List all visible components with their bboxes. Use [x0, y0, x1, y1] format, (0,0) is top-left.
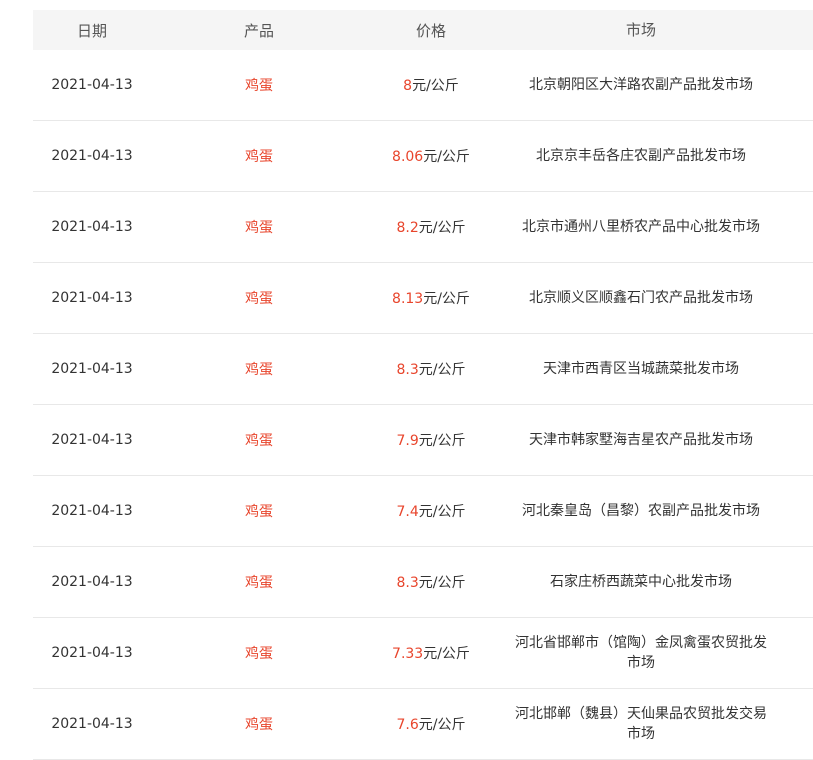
price-unit: 元/公斤	[418, 220, 466, 236]
row-price: 8.13元/公斤	[367, 288, 495, 308]
row-price: 7.33元/公斤	[367, 643, 495, 663]
row-price: 8.2元/公斤	[367, 217, 495, 237]
header-date[interactable]: 日期	[33, 20, 151, 41]
price-value: 7.4	[396, 504, 419, 520]
row-market: 北京京丰岳各庄农副产品批发市场	[536, 148, 746, 164]
row-price: 8.3元/公斤	[367, 359, 495, 379]
row-date: 2021-04-13	[51, 432, 133, 448]
row-date: 2021-04-13	[51, 148, 133, 164]
table-row: 2021-04-13 鸡蛋 7.33元/公斤 河北省邯郸市（馆陶）金凤禽蛋农贸批…	[33, 618, 813, 689]
row-date: 2021-04-13	[51, 290, 133, 306]
price-value: 8.06	[392, 149, 424, 165]
table-header: 日期 产品 价格 市场	[33, 10, 813, 50]
table-row: 2021-04-13 鸡蛋 8.3元/公斤 石家庄桥西蔬菜中心批发市场	[33, 547, 813, 618]
row-date: 2021-04-13	[51, 645, 133, 661]
price-value: 8.3	[396, 362, 419, 378]
row-price: 8元/公斤	[367, 75, 495, 95]
price-value: 7.6	[396, 717, 419, 733]
price-unit: 元/公斤	[423, 149, 470, 165]
row-price: 7.6元/公斤	[367, 714, 495, 734]
row-date: 2021-04-13	[51, 503, 133, 519]
row-product-link[interactable]: 鸡蛋	[151, 501, 367, 521]
price-unit: 元/公斤	[418, 504, 466, 520]
row-product-link[interactable]: 鸡蛋	[151, 572, 367, 592]
price-value: 8.13	[392, 291, 424, 307]
price-unit: 元/公斤	[423, 646, 470, 662]
price-value: 8.3	[396, 575, 419, 591]
table-row: 2021-04-13 鸡蛋 8.3元/公斤 天津市西青区当城蔬菜批发市场	[33, 334, 813, 405]
row-price: 8.06元/公斤	[367, 146, 495, 166]
row-market: 天津市韩家墅海吉星农产品批发市场	[529, 432, 753, 448]
table-row: 2021-04-13 鸡蛋 7.6元/公斤 河北邯郸（魏县）天仙果品农贸批发交易…	[33, 689, 813, 760]
row-product-link[interactable]: 鸡蛋	[151, 146, 367, 166]
row-date: 2021-04-13	[51, 77, 133, 93]
row-product-link[interactable]: 鸡蛋	[151, 288, 367, 308]
header-price[interactable]: 价格	[367, 20, 495, 41]
row-product-link[interactable]: 鸡蛋	[151, 75, 367, 95]
row-product-link[interactable]: 鸡蛋	[151, 359, 367, 379]
row-product-link[interactable]: 鸡蛋	[151, 217, 367, 237]
price-unit: 元/公斤	[418, 575, 466, 591]
row-price: 7.4元/公斤	[367, 501, 495, 521]
price-table: 日期 产品 价格 市场 2021-04-13 鸡蛋 8元/公斤 北京朝阳区大洋路…	[33, 10, 813, 760]
row-market: 北京顺义区顺鑫石门农产品批发市场	[529, 290, 753, 306]
price-unit: 元/公斤	[418, 433, 466, 449]
row-market: 河北邯郸（魏县）天仙果品农贸批发交易市场	[515, 706, 767, 742]
price-value: 7.33	[392, 646, 424, 662]
table-row: 2021-04-13 鸡蛋 8.13元/公斤 北京顺义区顺鑫石门农产品批发市场	[33, 263, 813, 334]
row-date: 2021-04-13	[51, 574, 133, 590]
row-price: 7.9元/公斤	[367, 430, 495, 450]
row-market: 北京朝阳区大洋路农副产品批发市场	[529, 77, 753, 93]
table-row: 2021-04-13 鸡蛋 8.2元/公斤 北京市通州八里桥农产品中心批发市场	[33, 192, 813, 263]
row-market: 天津市西青区当城蔬菜批发市场	[543, 361, 739, 377]
table-row: 2021-04-13 鸡蛋 8.06元/公斤 北京京丰岳各庄农副产品批发市场	[33, 121, 813, 192]
row-date: 2021-04-13	[51, 716, 133, 732]
table-row: 2021-04-13 鸡蛋 8元/公斤 北京朝阳区大洋路农副产品批发市场	[33, 50, 813, 121]
price-value: 8.2	[396, 220, 419, 236]
header-market[interactable]: 市场	[495, 20, 787, 40]
price-unit: 元/公斤	[418, 717, 466, 733]
row-product-link[interactable]: 鸡蛋	[151, 714, 367, 734]
row-market: 北京市通州八里桥农产品中心批发市场	[522, 219, 760, 235]
row-price: 8.3元/公斤	[367, 572, 495, 592]
row-date: 2021-04-13	[51, 219, 133, 235]
row-product-link[interactable]: 鸡蛋	[151, 643, 367, 663]
row-product-link[interactable]: 鸡蛋	[151, 430, 367, 450]
header-product[interactable]: 产品	[151, 20, 367, 41]
price-unit: 元/公斤	[418, 362, 466, 378]
price-unit: 元/公斤	[412, 78, 459, 94]
price-value: 7.9	[396, 433, 419, 449]
row-market: 石家庄桥西蔬菜中心批发市场	[550, 574, 732, 590]
table-row: 2021-04-13 鸡蛋 7.4元/公斤 河北秦皇岛（昌黎）农副产品批发市场	[33, 476, 813, 547]
row-market: 河北省邯郸市（馆陶）金凤禽蛋农贸批发市场	[515, 635, 767, 671]
row-date: 2021-04-13	[51, 361, 133, 377]
price-unit: 元/公斤	[423, 291, 470, 307]
price-value: 8	[403, 78, 413, 94]
table-row: 2021-04-13 鸡蛋 7.9元/公斤 天津市韩家墅海吉星农产品批发市场	[33, 405, 813, 476]
row-market: 河北秦皇岛（昌黎）农副产品批发市场	[522, 503, 760, 519]
